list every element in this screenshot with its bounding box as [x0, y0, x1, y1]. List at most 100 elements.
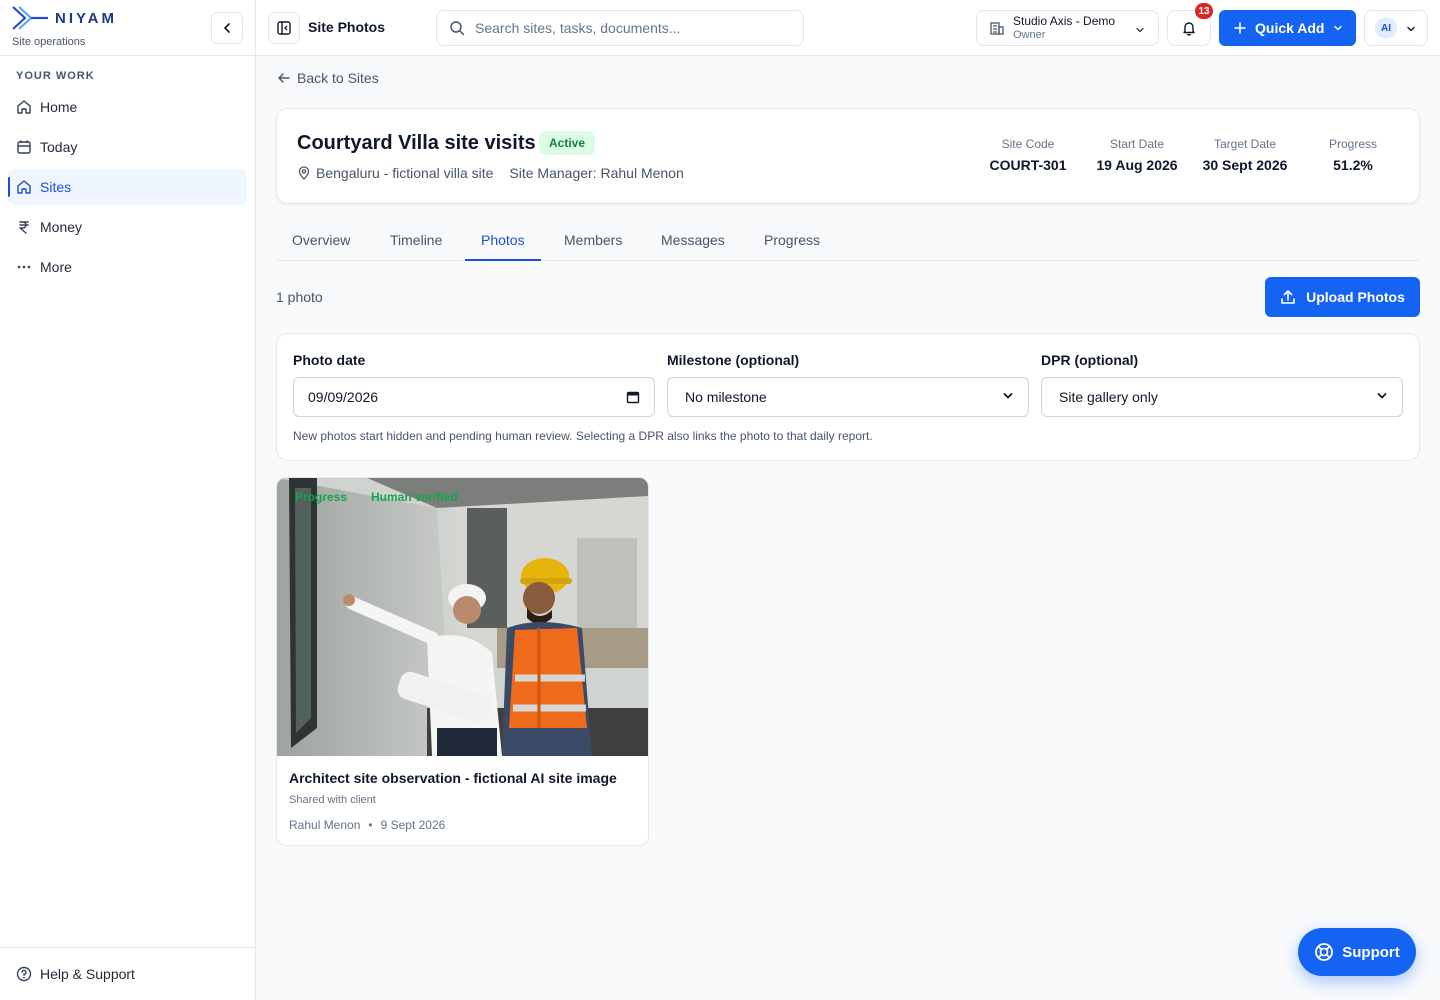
- sidebar-item-money[interactable]: Money: [8, 209, 247, 245]
- sidebar-item-sites[interactable]: Sites: [8, 169, 247, 205]
- stat-label: Site Code: [1001, 137, 1055, 151]
- photo-card[interactable]: Progress Human verified Architect site o…: [276, 477, 649, 846]
- tab-messages[interactable]: Messages: [645, 222, 741, 261]
- site-photo-illustration: [277, 478, 648, 756]
- help-circle-icon: [16, 966, 32, 982]
- upload-icon: [1280, 289, 1296, 305]
- tab-members[interactable]: Members: [548, 222, 638, 261]
- chevron-down-icon: [1002, 390, 1014, 402]
- milestone-select[interactable]: No milestone: [667, 377, 1029, 417]
- nav-heading: YOUR WORK: [16, 70, 95, 82]
- org-name: Studio Axis - Demo: [1013, 14, 1116, 29]
- search-bar[interactable]: [436, 10, 804, 46]
- more-dots-icon: [16, 259, 32, 275]
- sidebar-item-more[interactable]: More: [8, 249, 247, 285]
- stat-progress: Progress 51.2%: [1317, 137, 1389, 173]
- photo-title: Architect site observation - fictional A…: [289, 770, 617, 786]
- stat-value: 51.2%: [1333, 157, 1373, 173]
- arrow-left-icon: [277, 71, 291, 85]
- back-to-sites-link[interactable]: Back to Sites: [277, 70, 379, 86]
- sidebar-item-label: Sites: [40, 179, 72, 195]
- org-switcher[interactable]: Studio Axis - Demo Owner: [976, 10, 1159, 46]
- sidebar-item-label: Home: [40, 99, 78, 115]
- quick-add-label: Quick Add: [1255, 20, 1325, 36]
- calendar-icon[interactable]: [626, 390, 640, 404]
- brand-area: NIYAM Site operations: [0, 0, 255, 56]
- stat-site-code: Site Code COURT-301: [983, 137, 1073, 173]
- site-meta: Bengaluru - fictional villa site Site Ma…: [297, 165, 684, 181]
- site-photo[interactable]: Progress Human verified: [277, 478, 648, 756]
- dpr-value: Site gallery only: [1059, 389, 1158, 405]
- sidebar: NIYAM Site operations YOUR WORK Home Tod…: [0, 0, 256, 1000]
- upload-label: Upload Photos: [1306, 289, 1405, 305]
- sidebar-item-label: Money: [40, 219, 83, 235]
- sidebar-item-today[interactable]: Today: [8, 129, 247, 165]
- support-button[interactable]: Support: [1298, 928, 1416, 976]
- home-icon: [16, 99, 32, 115]
- search-icon: [450, 21, 465, 36]
- photo-date-input[interactable]: 09/09/2026: [293, 377, 655, 417]
- support-label: Support: [1342, 943, 1400, 961]
- stat-value: 30 Sept 2026: [1202, 157, 1288, 173]
- collapse-sidebar-button[interactable]: [211, 12, 243, 44]
- building-icon: [990, 22, 1004, 35]
- panel-left-icon: [277, 21, 291, 35]
- stat-value: COURT-301: [989, 157, 1067, 173]
- stat-label: Target Date: [1213, 137, 1277, 151]
- lifebuoy-icon: [1314, 942, 1334, 962]
- quick-add-button[interactable]: Quick Add: [1219, 10, 1356, 46]
- progress-tag: Progress: [295, 490, 348, 504]
- sidebar-item-home[interactable]: Home: [8, 89, 247, 125]
- status-badge: Active: [539, 131, 596, 155]
- site-location: Bengaluru - fictional villa site: [316, 165, 494, 181]
- top-header: Site Photos Studio Axis - Demo Owner 13 …: [256, 0, 1440, 56]
- page-title: Site Photos: [308, 19, 386, 35]
- rupee-icon: [16, 219, 32, 235]
- brand-subtitle: Site operations: [12, 36, 86, 48]
- stat-target-date: Target Date 30 Sept 2026: [1195, 137, 1295, 173]
- separator-dot: •: [368, 818, 373, 832]
- stat-start-date: Start Date 19 Aug 2026: [1089, 137, 1185, 173]
- dpr-select[interactable]: Site gallery only: [1041, 377, 1403, 417]
- tab-overview[interactable]: Overview: [276, 222, 366, 261]
- help-support-link[interactable]: Help & Support: [0, 947, 255, 1000]
- bell-icon: [1183, 22, 1195, 36]
- upload-photos-button[interactable]: Upload Photos: [1265, 277, 1420, 317]
- sidebar-item-label: Today: [40, 139, 78, 155]
- site-title: Courtyard Villa site visits: [297, 132, 536, 154]
- avatar: AI: [1375, 17, 1397, 39]
- map-pin-icon: [297, 166, 311, 180]
- org-role: Owner: [1013, 28, 1046, 41]
- notification-count-badge: 13: [1195, 3, 1213, 19]
- site-manager: Site Manager: Rahul Menon: [509, 165, 684, 181]
- calendar-icon: [16, 139, 32, 155]
- chevron-down-icon: [1405, 23, 1417, 35]
- toggle-panel-button[interactable]: [268, 12, 300, 44]
- photo-byline: Rahul Menon • 9 Sept 2026: [289, 818, 445, 832]
- back-label: Back to Sites: [297, 70, 379, 86]
- site-tabs: Overview Timeline Photos Members Message…: [276, 222, 1420, 261]
- photo-count: 1 photo: [276, 289, 323, 305]
- tab-progress[interactable]: Progress: [748, 222, 836, 261]
- stat-label: Progress: [1328, 137, 1378, 151]
- chevron-down-icon: [1332, 22, 1344, 34]
- plus-icon: [1233, 21, 1247, 35]
- stat-value: 19 Aug 2026: [1096, 157, 1178, 173]
- chevron-down-icon: [1376, 390, 1388, 402]
- tab-photos[interactable]: Photos: [465, 222, 541, 261]
- chevron-left-icon: [224, 23, 230, 33]
- chevron-down-icon: [1134, 23, 1146, 41]
- form-help-text: New photos start hidden and pending huma…: [293, 429, 873, 443]
- photo-author: Rahul Menon: [289, 818, 361, 832]
- photo-date-label: Photo date: [293, 352, 366, 368]
- search-input[interactable]: [475, 20, 775, 36]
- home-icon: [16, 179, 32, 195]
- photo-share-status: Shared with client: [289, 794, 376, 806]
- sidebar-item-label: More: [40, 259, 72, 275]
- help-support-label: Help & Support: [40, 966, 135, 982]
- photo-date: 9 Sept 2026: [380, 818, 446, 832]
- user-menu-button[interactable]: AI: [1364, 10, 1428, 46]
- logo[interactable]: NIYAM: [11, 4, 117, 32]
- site-summary-card: Courtyard Villa site visits Active Benga…: [276, 108, 1420, 204]
- tab-timeline[interactable]: Timeline: [374, 222, 458, 261]
